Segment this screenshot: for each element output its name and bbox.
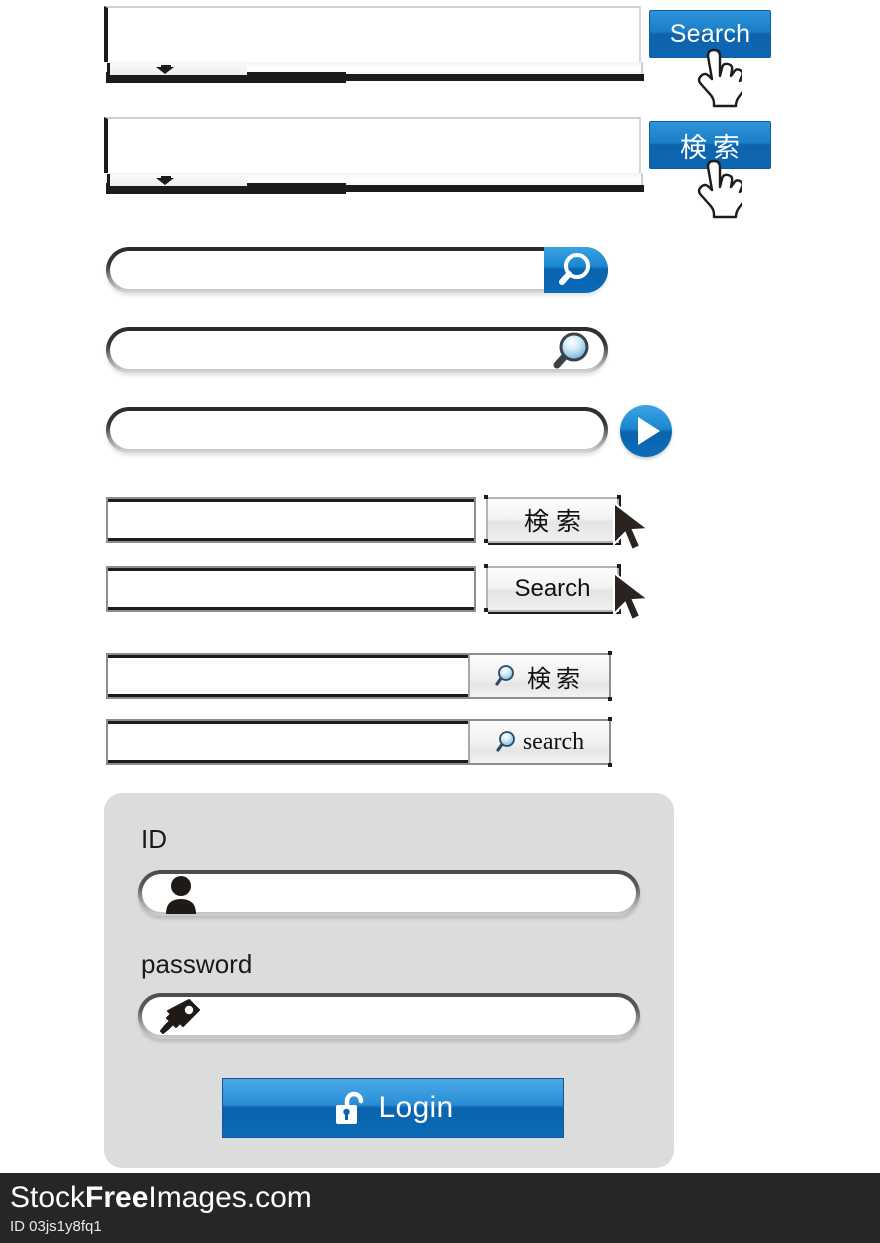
bevel-corner [484, 608, 488, 612]
search-button-en-label: Search [669, 19, 751, 48]
password-field-label: password [141, 949, 253, 979]
bevel-corner [617, 564, 621, 568]
bevel-corner [608, 717, 612, 721]
magnifier-icon [496, 731, 515, 752]
square-search-button-jp[interactable]: 検索 [486, 497, 619, 543]
login-button[interactable]: Login [222, 1078, 564, 1138]
key-icon [160, 999, 200, 1034]
magnifier-icon [495, 665, 514, 686]
play-arrow-icon [637, 417, 660, 445]
bevel-corner [484, 564, 488, 568]
square-search-button-en[interactable]: Search [486, 566, 619, 612]
hand-cursor-icon [697, 159, 742, 219]
chevron-down-icon [156, 67, 174, 74]
bevel-corner [608, 697, 612, 701]
search-bar-dropdown-tab[interactable] [107, 63, 247, 75]
user-icon [166, 876, 196, 914]
chevron-down-icon [156, 178, 174, 185]
footer-brand-suffix: Images.com [148, 1181, 312, 1214]
search-bar-dropdown-tab[interactable] [107, 174, 247, 186]
password-input[interactable] [138, 993, 640, 1039]
pill-search-input-glass[interactable] [106, 327, 608, 373]
bevel-corner [608, 763, 612, 767]
footer-brand-prefix: Stock [10, 1181, 86, 1214]
magnifier-icon[interactable] [550, 329, 594, 373]
play-arrow-button[interactable] [620, 405, 672, 457]
square-search-button-jp-label: 検索 [523, 507, 588, 536]
perspective-search-bar-jp [104, 117, 649, 195]
bevel-corner [617, 495, 621, 499]
attached-search-button-jp-label: 検索 [527, 664, 585, 693]
pill-search-input-blue[interactable] [106, 247, 608, 293]
attached-search-button-en-label: search [522, 728, 585, 755]
perspective-search-bar-en [104, 6, 649, 84]
attached-search-button-jp[interactable]: 検索 [468, 655, 609, 697]
open-padlock-icon [335, 1091, 363, 1124]
magnifier-icon [559, 253, 590, 285]
footer-image-id: ID 03js1y8fq1 [10, 1218, 102, 1235]
hand-cursor-icon [697, 48, 742, 108]
watermark-footer: StockFreeImages.com ID 03js1y8fq1 [0, 1173, 880, 1243]
attached-search-button-en[interactable]: search [468, 721, 609, 763]
pill-search-button-blue[interactable] [544, 247, 608, 293]
search-input-jp[interactable] [104, 117, 641, 173]
arrow-cursor-icon [613, 570, 651, 622]
id-field-label: ID [141, 824, 167, 854]
login-button-label: Login [378, 1091, 454, 1124]
footer-brand-bold: Free [85, 1181, 149, 1214]
bevel-corner [608, 651, 612, 655]
square-search-button-en-label: Search [514, 575, 591, 602]
square-search-input-jp[interactable] [106, 497, 476, 543]
search-input-en[interactable] [104, 6, 641, 62]
arrow-cursor-icon [613, 500, 651, 552]
bevel-corner [484, 495, 488, 499]
footer-brand: StockFreeImages.com [10, 1181, 312, 1215]
id-input[interactable] [138, 870, 640, 916]
ui-kit-canvas: Search 検索 検索 Search 検索 search ID passwor… [0, 0, 880, 1243]
pill-search-input-play[interactable] [106, 407, 608, 453]
bevel-corner [484, 539, 488, 543]
square-search-input-en[interactable] [106, 566, 476, 612]
